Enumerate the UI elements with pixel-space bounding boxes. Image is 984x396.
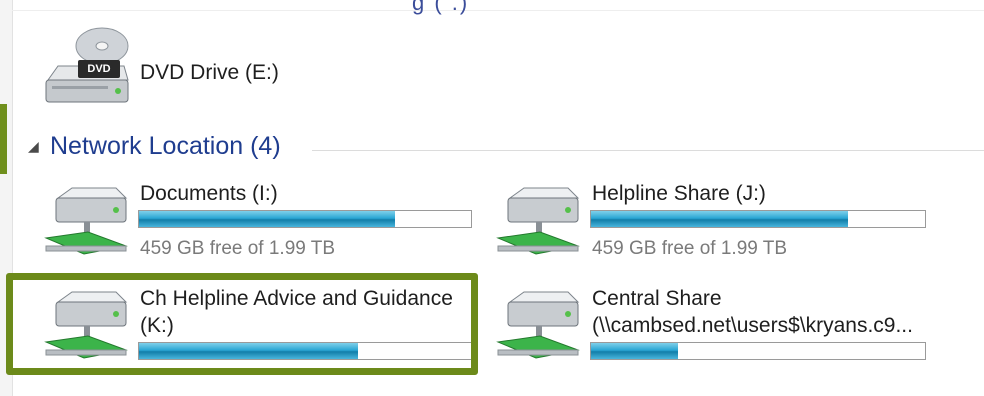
drive-item-documents[interactable]: Documents (I:) 459 GB free of 1.99 TB	[44, 180, 474, 264]
capacity-bar-fill	[139, 343, 359, 359]
drive-item-central-share[interactable]: Central Share (\\cambsed.net\users$\krya…	[496, 284, 936, 368]
capacity-bar-fill	[591, 343, 678, 359]
drive-item-ch-helpline-advice[interactable]: Ch Helpline Advice and Guidance (K:)	[44, 284, 474, 364]
drive-label: Helpline Share (J:)	[592, 182, 766, 205]
free-space-text: 459 GB free of 1.99 TB	[592, 238, 788, 259]
capacity-bar-fill	[591, 211, 849, 227]
capacity-bar-fill	[139, 211, 395, 227]
drive-label: Ch Helpline Advice and Guidance	[140, 287, 453, 310]
dvd-drive-item[interactable]: DVD DVD Drive (E:)	[44, 26, 304, 108]
network-drive-icon	[496, 291, 580, 359]
collapse-caret-icon[interactable]: ◢	[28, 138, 39, 155]
drive-label-line2: (K:)	[140, 314, 174, 337]
drive-label: Central Share	[592, 287, 722, 310]
drive-label-line2: (\\cambsed.net\users$\kryans.c9...	[592, 314, 913, 337]
network-drive-icon	[496, 187, 580, 255]
top-fragment-text: g ( .)	[412, 0, 470, 15]
capacity-bar	[590, 342, 926, 360]
drive-label: Documents (I:)	[140, 182, 278, 205]
group-title: Network Location (4)	[50, 132, 281, 160]
drive-item-helpline-share[interactable]: Helpline Share (J:) 459 GB free of 1.99 …	[496, 180, 936, 264]
capacity-bar	[138, 210, 472, 228]
dvd-drive-label: DVD Drive (E:)	[140, 61, 279, 84]
network-drive-icon	[44, 291, 128, 359]
left-selection-accent	[0, 104, 7, 174]
left-scroll-gutter	[0, 0, 13, 396]
top-partial-row: g ( .)	[12, 0, 984, 15]
network-drive-icon	[44, 187, 128, 255]
free-space-text: 459 GB free of 1.99 TB	[140, 238, 336, 259]
group-divider	[312, 150, 984, 151]
dvd-badge-text: DVD	[87, 63, 111, 75]
capacity-bar	[138, 342, 472, 360]
capacity-bar	[590, 210, 926, 228]
